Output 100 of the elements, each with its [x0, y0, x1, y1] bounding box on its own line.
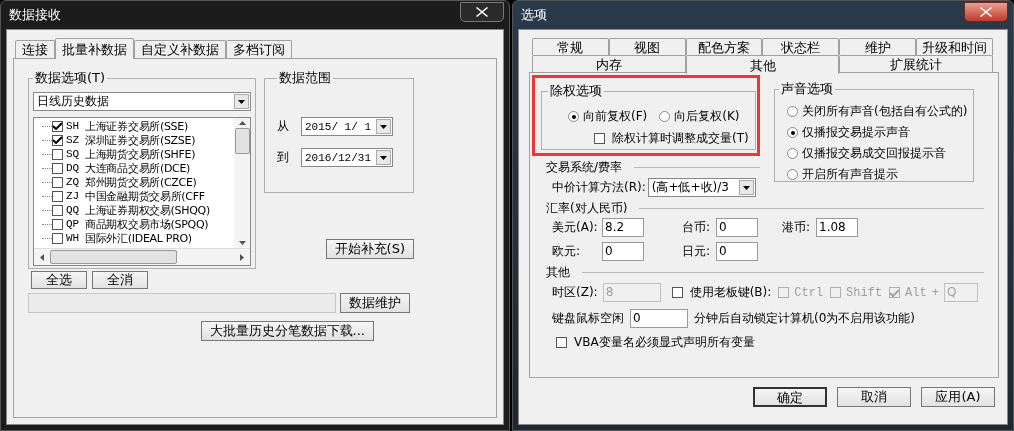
- checkbox[interactable]: [52, 204, 63, 216]
- checkbox[interactable]: [52, 232, 63, 244]
- tab[interactable]: 多档订阅: [226, 40, 292, 58]
- radio-button[interactable]: [787, 148, 798, 159]
- market-name: 上海证券交易所(SSE): [85, 118, 188, 134]
- market-code: ZJ: [66, 190, 81, 202]
- dialog-button[interactable]: 应用(A): [921, 387, 995, 407]
- date-picker[interactable]: 2015/ 1/ 1: [301, 117, 393, 136]
- maintain-button[interactable]: 数据维护: [340, 293, 410, 313]
- market-code: QP: [66, 218, 81, 230]
- market-code: DQ: [66, 162, 81, 174]
- window-title: 选项: [520, 6, 547, 24]
- tab[interactable]: 配色方案: [685, 38, 763, 55]
- input-field[interactable]: 0: [630, 309, 688, 328]
- checkbox-label: 除权计算时调整成交量(T): [612, 130, 749, 147]
- checkbox[interactable]: [594, 133, 605, 144]
- start-button[interactable]: 开始补充(S): [325, 239, 414, 259]
- scroll-thumb[interactable]: [234, 128, 250, 154]
- radio-button[interactable]: [787, 106, 798, 117]
- tab[interactable]: 升级和时间: [916, 38, 993, 55]
- market-name: 郑州期货交易所(CZCE): [85, 174, 197, 190]
- input-field[interactable]: 0: [716, 218, 758, 237]
- tab[interactable]: 内存: [532, 55, 686, 72]
- field-hint: 分钟后自动锁定计算机(0为不启用该功能): [694, 310, 915, 327]
- checkbox[interactable]: [52, 218, 63, 230]
- close-icon: [476, 7, 488, 17]
- checkbox[interactable]: [52, 120, 63, 132]
- market-code: WH: [66, 232, 81, 244]
- group-title: 数据范围: [278, 69, 332, 87]
- field-label: 美元(A):: [552, 219, 599, 236]
- checkbox[interactable]: [52, 134, 63, 146]
- caret-icon: [380, 155, 387, 160]
- scroll-thumb[interactable]: [50, 250, 177, 264]
- caret-icon: [380, 124, 387, 129]
- market-name: 商品期权交易市场(SPQQ): [85, 216, 209, 232]
- checkbox[interactable]: [52, 162, 63, 174]
- from-label: 从: [277, 118, 289, 135]
- clear-all-button[interactable]: 全消: [92, 271, 148, 289]
- field-label: 键盘鼠标空闲: [552, 310, 624, 327]
- tab[interactable]: 状态栏: [762, 38, 840, 55]
- market-name: 上海证券期权交易(SHQQ): [85, 202, 210, 218]
- checkbox-label: Shift: [846, 285, 883, 300]
- tab[interactable]: 维护: [839, 38, 917, 55]
- checkbox[interactable]: [52, 176, 63, 188]
- radio-label: 向后复权(K): [674, 108, 740, 125]
- select-all-button[interactable]: 全选: [31, 271, 87, 289]
- market-name: 国际外汇(IDEAL PRO): [85, 230, 192, 246]
- vertical-scrollbar[interactable]: [234, 118, 250, 248]
- close-button[interactable]: [964, 2, 1008, 22]
- close-button[interactable]: [460, 2, 504, 22]
- tab[interactable]: 批量补数据: [55, 38, 134, 59]
- checkbox[interactable]: [671, 287, 683, 298]
- radio-label: 开启所有声音提示: [802, 166, 898, 183]
- radio-label: 向前复权(F): [583, 108, 648, 125]
- tab[interactable]: 视图: [608, 38, 686, 55]
- scroll-down-icon[interactable]: [238, 241, 246, 245]
- field-label: 日元:: [682, 243, 712, 260]
- market-name: 深圳证券交易所(SZSE): [85, 132, 196, 148]
- tab[interactable]: 常规: [532, 38, 609, 55]
- tab[interactable]: 扩展统计: [839, 55, 993, 72]
- market-name: 大连商品交易所(DCE): [85, 160, 191, 176]
- scroll-right-icon[interactable]: [240, 253, 244, 261]
- field-label: 台币:: [682, 219, 712, 236]
- bulk-download-button[interactable]: 大批量历史分笔数据下载...: [200, 321, 374, 341]
- dialog-button[interactable]: 取消: [837, 387, 911, 407]
- field-label: 港币:: [782, 219, 812, 236]
- input-field[interactable]: 0: [716, 242, 758, 261]
- radio-button[interactable]: [659, 111, 671, 122]
- radio-button[interactable]: [787, 169, 798, 180]
- to-label: 到: [277, 149, 289, 166]
- scroll-left-icon[interactable]: [40, 253, 44, 261]
- scroll-up-icon[interactable]: [238, 121, 246, 125]
- group-title: 数据选项(T): [34, 69, 107, 87]
- input-field[interactable]: 8.2: [602, 218, 644, 237]
- market-code: SQ: [66, 148, 81, 160]
- radio-button[interactable]: [787, 127, 798, 138]
- horizontal-scrollbar[interactable]: [34, 248, 250, 265]
- section-title: 汇率(对人民币): [546, 199, 628, 217]
- dropdown[interactable]: 日线历史数据: [33, 92, 251, 111]
- window-title: 数据接收: [8, 6, 61, 24]
- dropdown[interactable]: (高+低+收)/3: [647, 178, 756, 197]
- market-name: 上海期货交易所(SHFE): [85, 146, 196, 162]
- input-field[interactable]: 1.08: [816, 218, 858, 237]
- radio-button[interactable]: [568, 111, 579, 122]
- tab[interactable]: 其他: [685, 55, 840, 74]
- market-code: SH: [66, 120, 81, 132]
- tab[interactable]: 自定义补数据: [134, 40, 226, 58]
- date-picker[interactable]: 2016/12/31: [301, 148, 393, 167]
- tab[interactable]: 连接: [15, 40, 55, 58]
- dialog-button[interactable]: 确定: [753, 387, 827, 407]
- checkbox-label: Alt: [905, 285, 927, 300]
- radio-label: 关闭所有声音(包括自有公式的): [802, 103, 968, 120]
- checkbox-label: Ctrl: [794, 285, 824, 300]
- checkbox[interactable]: [52, 190, 63, 202]
- market-code: ZQ: [66, 176, 81, 188]
- input-field[interactable]: 0: [602, 242, 644, 261]
- market-code: QQ: [66, 204, 81, 216]
- checkbox[interactable]: [52, 148, 63, 160]
- caret-icon: [742, 185, 750, 190]
- checkbox[interactable]: [556, 337, 567, 348]
